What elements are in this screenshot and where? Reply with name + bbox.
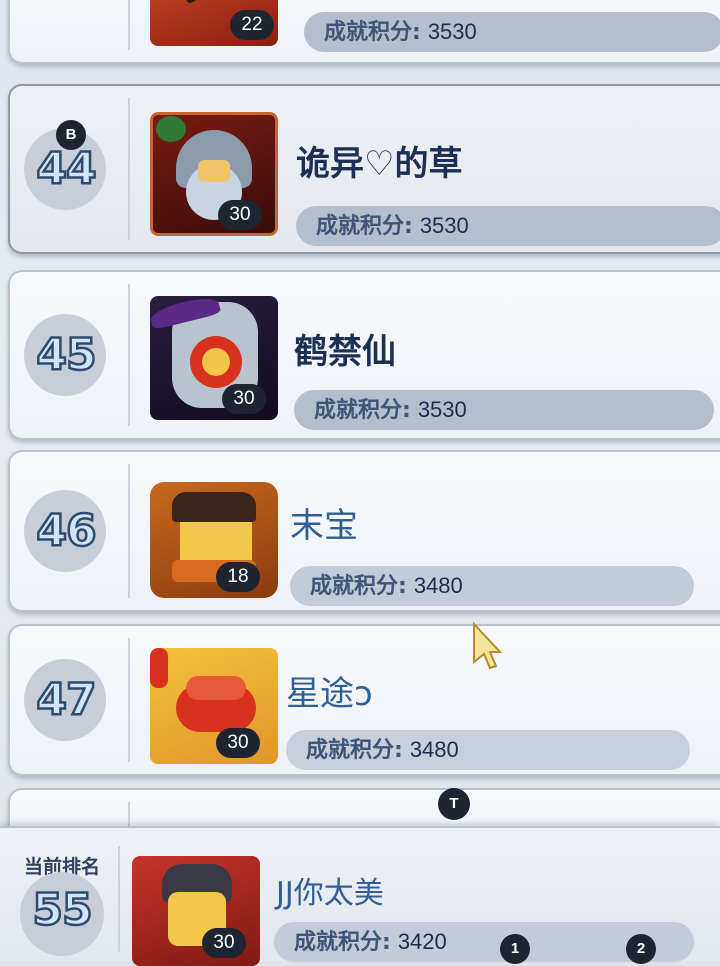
leaderboard-row[interactable]: 46 18 末宝 成就积分: 3480	[8, 450, 720, 612]
score-label: 成就积分:	[316, 214, 413, 239]
level-badge: 18	[216, 562, 260, 592]
player-avatar: 30	[150, 648, 278, 764]
mouse-cursor-icon	[473, 622, 503, 670]
player-avatar: 30	[150, 296, 278, 420]
leaderboard-row[interactable]: 47 30 星途ↄ 成就积分: 3480	[8, 624, 720, 776]
score-bar: 成就积分: 3480	[290, 566, 694, 606]
score-bar: 成就积分: 3480	[286, 730, 690, 770]
player-avatar: 30	[150, 112, 278, 236]
score-label: 成就积分:	[324, 20, 421, 45]
score-value: 3530	[417, 397, 467, 422]
player-name: 星途ↄ	[286, 674, 373, 714]
row-divider	[128, 0, 130, 50]
level-badge: 22	[230, 10, 274, 40]
player-name: JJ你太美	[276, 876, 384, 911]
score-value: 3480	[409, 737, 459, 762]
score-label: 成就积分:	[310, 574, 407, 599]
score-value: 3480	[413, 573, 463, 598]
score-bar: 成就积分: 3530	[296, 206, 720, 246]
score-label: 成就积分:	[294, 930, 391, 955]
level-badge: 30	[218, 200, 262, 230]
score-bar: 成就积分: 3530	[304, 12, 720, 52]
row-divider	[128, 98, 130, 240]
row-divider	[128, 638, 130, 762]
leaderboard-row[interactable]: 44 B 30 诡异♡的草 成就积分: 3530	[8, 84, 720, 254]
rank-number: 55	[31, 883, 94, 937]
rank-number: 47	[35, 673, 98, 727]
player-name: 末宝	[290, 506, 358, 546]
scroll-badge[interactable]: T	[438, 788, 470, 820]
player-avatar: 22	[150, 0, 278, 46]
level-badge: 30	[216, 728, 260, 758]
player-avatar: 18	[150, 482, 278, 598]
rank-badge: B	[56, 120, 86, 150]
current-rank-panel: 当前排名 55 30 JJ你太美 成就积分: 3420 1 2	[0, 826, 720, 966]
leaderboard-row[interactable]: 22 成就积分: 3530	[8, 0, 720, 64]
leaderboard-row[interactable]: 45 30 鹤禁仙 成就积分: 3530	[8, 270, 720, 440]
level-badge: 30	[222, 384, 266, 414]
player-name: 鹤禁仙	[294, 332, 396, 372]
score-label: 成就积分:	[306, 738, 403, 763]
player-avatar: 30	[132, 856, 260, 966]
rank-number: 45	[35, 328, 98, 382]
score-value: 3530	[419, 213, 469, 238]
score-bar: 成就积分: 3530	[294, 390, 714, 430]
score-label: 成就积分:	[314, 398, 411, 423]
score-value: 3530	[427, 19, 477, 44]
player-name: 诡异♡的草	[296, 144, 463, 184]
score-value: 3420	[397, 929, 447, 954]
row-divider	[118, 846, 120, 952]
rank-number: 46	[35, 504, 98, 558]
rank-number: 44	[35, 142, 98, 196]
level-badge: 30	[202, 928, 246, 958]
row-divider	[128, 284, 130, 426]
row-divider	[128, 464, 130, 598]
